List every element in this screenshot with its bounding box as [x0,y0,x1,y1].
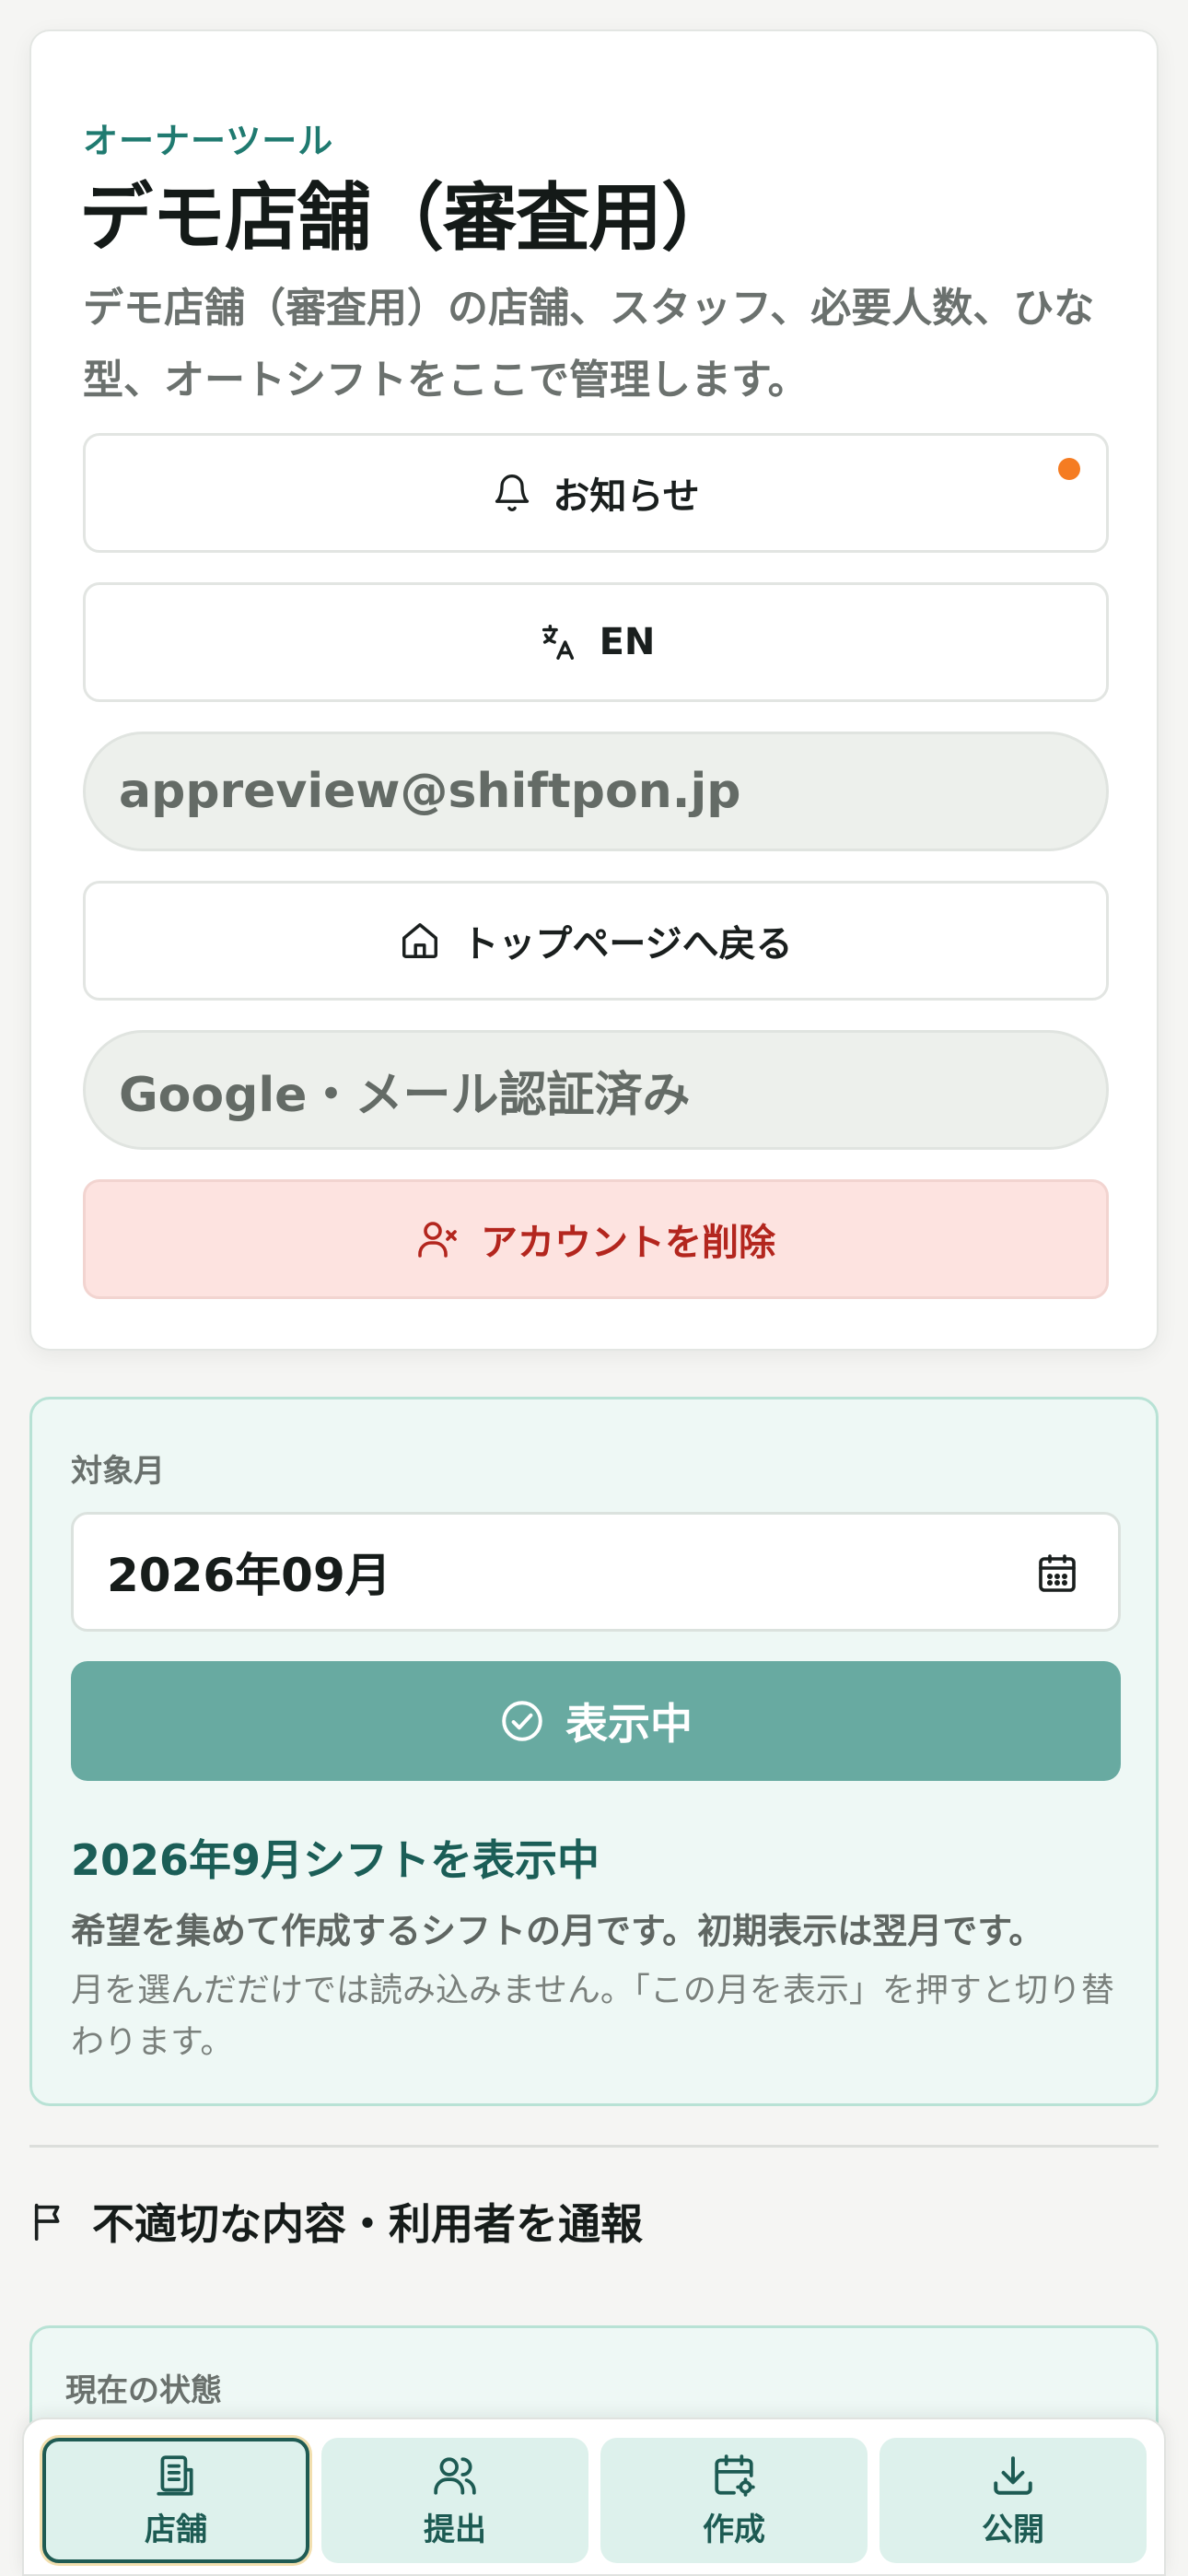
language-label: EN [599,621,656,663]
nav-tab-create[interactable]: 作成 [600,2438,868,2563]
month-picker-input[interactable]: 2026年09月 [71,1512,1121,1632]
nav-tab-submit[interactable]: 提出 [321,2438,588,2563]
month-value: 2026年09月 [107,1549,391,1602]
back-to-top-label: トップページへ戻る [461,923,793,966]
show-month-label: 表示中 [565,1699,693,1749]
account-email: appreview@shiftpon.jp [83,732,1109,851]
bell-icon [495,474,530,511]
section-eyebrow: オーナーツール [83,121,334,161]
month-explanation: 希望を集めて作成するシフトの月です。初期表示は翌月です。 [71,1911,1044,1951]
translate-icon [542,625,574,660]
user-remove-icon [418,1222,457,1258]
nav-tab-label: 作成 [703,2511,765,2548]
download-icon [994,2455,1032,2495]
users-icon [434,2456,476,2495]
back-to-top-button[interactable]: トップページへ戻る [83,881,1109,1001]
home-icon [402,923,438,958]
language-toggle-button[interactable]: EN [83,582,1109,702]
delete-account-button[interactable]: アカウントを削除 [83,1179,1109,1299]
target-month-label: 対象月 [71,1453,165,1490]
nav-tab-label: 店舗 [145,2511,207,2548]
show-month-button[interactable]: 表示中 [71,1661,1121,1781]
auth-status: Google・メール認証済み [83,1030,1109,1150]
calendar-icon[interactable] [1035,1551,1079,1596]
nav-tab-label: 提出 [424,2511,486,2548]
notifications-label: お知らせ [553,475,700,518]
report-link[interactable]: 不適切な内容・利用者を通報 [29,2191,643,2252]
target-month-card: 対象月 2026年09月 表示中 2026年9月シフトを表示中 希望を集めて作成… [29,1397,1159,2106]
store-title: デモ店舗（審査用） [79,175,735,261]
store-icon [157,2454,193,2496]
calendar-settings-icon [715,2453,755,2497]
current-status-label: 現在の状態 [65,2372,222,2409]
nav-tab-publish[interactable]: 公開 [879,2438,1147,2563]
report-label: 不適切な内容・利用者を通報 [92,2199,643,2249]
section-divider [29,2145,1159,2148]
month-heading: 2026年9月シフトを表示中 [71,1835,600,1885]
month-note: 月を選んだだけでは読み込みません。「この月を表示」を押すと切り替わります。 [71,1972,1114,2061]
flag-icon [34,2203,60,2241]
delete-account-label: アカウントを削除 [481,1222,775,1264]
owner-tools-card: オーナーツール デモ店舗（審査用） デモ店舗（審査用）の店舗、スタッフ、必要人数… [29,29,1159,1351]
nav-tab-label: 公開 [982,2511,1044,2548]
unread-dot [1058,458,1080,480]
store-description: デモ店舗（審査用）の店舗、スタッフ、必要人数、ひな型、オートシフトをここで管理し… [83,285,1095,404]
bottom-navigation: 店舗 提出 作成 公開 [22,2418,1166,2576]
check-circle-icon [502,1701,542,1741]
nav-tab-store[interactable]: 店舗 [42,2438,309,2563]
notifications-button[interactable]: お知らせ [83,433,1109,553]
